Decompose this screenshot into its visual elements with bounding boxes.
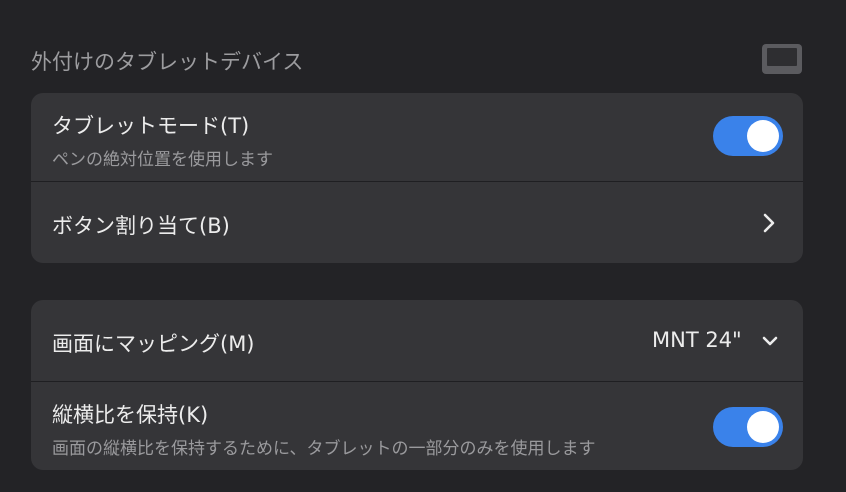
keep-aspect-label: 縦横比を保持(K): [52, 403, 209, 427]
chevron-right-icon[interactable]: [761, 212, 777, 234]
toggle-knob: [747, 120, 779, 152]
tablet-mode-row: タブレットモード(T) ペンの絶対位置を使用します: [31, 93, 803, 181]
toggle-knob: [747, 411, 779, 443]
section-title: 外付けのタブレットデバイス: [31, 50, 304, 74]
map-to-screen-row[interactable]: 画面にマッピング(M) MNT 24": [31, 300, 803, 381]
button-assign-label: ボタン割り当て(B): [52, 214, 230, 238]
tablet-mode-description: ペンの絶対位置を使用します: [52, 150, 273, 170]
map-to-screen-value[interactable]: MNT 24": [652, 328, 742, 352]
map-to-screen-label: 画面にマッピング(M): [52, 332, 255, 356]
mapping-settings-card: 画面にマッピング(M) MNT 24" 縦横比を保持(K) 画面の縦横比を保持す…: [31, 300, 803, 470]
keep-aspect-toggle[interactable]: [713, 407, 783, 447]
button-assign-row[interactable]: ボタン割り当て(B): [31, 182, 803, 263]
keep-aspect-description: 画面の縦横比を保持するために、タブレットの一部分のみを使用します: [52, 439, 596, 459]
tablet-settings-card: タブレットモード(T) ペンの絶対位置を使用します ボタン割り当て(B): [31, 93, 803, 263]
tablet-mode-toggle[interactable]: [713, 116, 783, 156]
tablet-device-icon: [762, 44, 802, 74]
keep-aspect-row: 縦横比を保持(K) 画面の縦横比を保持するために、タブレットの一部分のみを使用し…: [31, 382, 803, 470]
chevron-down-icon[interactable]: [761, 334, 779, 348]
tablet-mode-label: タブレットモード(T): [52, 114, 250, 138]
